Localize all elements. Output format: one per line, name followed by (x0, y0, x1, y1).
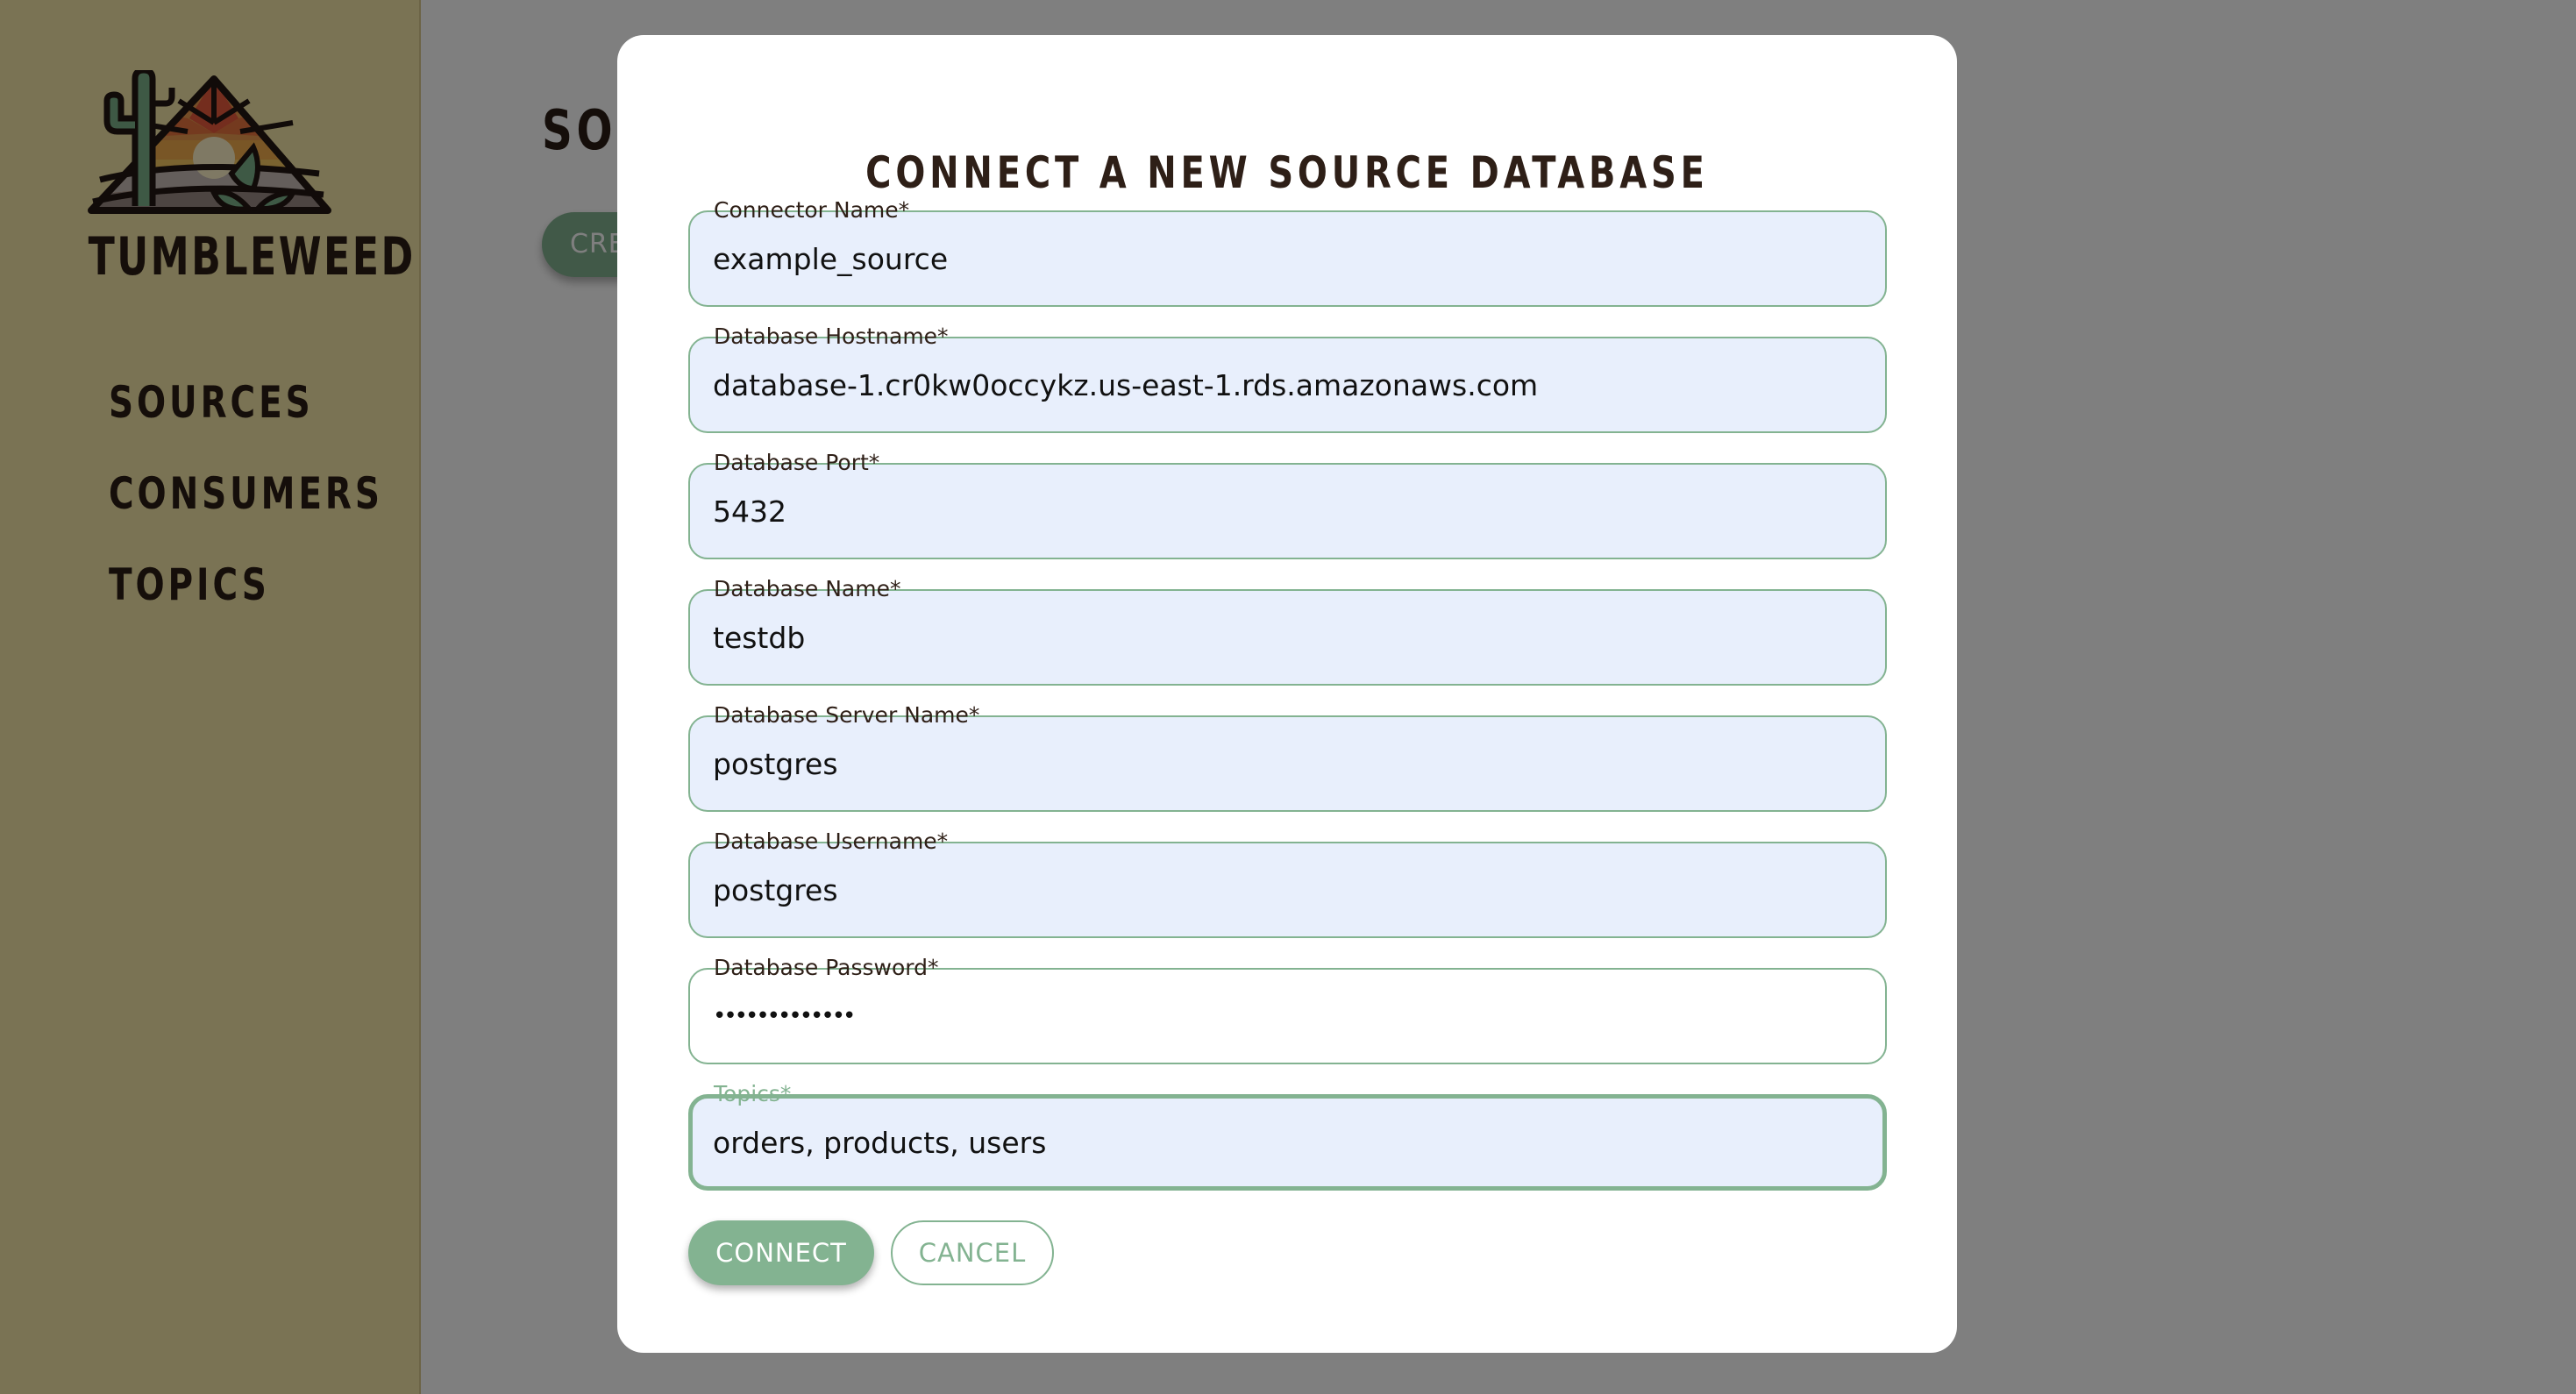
database-server-name-input[interactable] (713, 717, 1862, 810)
database-port-field: Database Port* (688, 451, 1887, 559)
connect-button[interactable]: CONNECT (688, 1220, 874, 1285)
database-username-input[interactable] (713, 843, 1862, 936)
database-name-field: Database Name* (688, 577, 1887, 686)
database-hostname-input[interactable] (713, 338, 1862, 431)
connect-source-dialog: CONNECT A NEW SOURCE DATABASE Connector … (617, 35, 1957, 1353)
topics-input[interactable] (713, 1099, 1860, 1186)
database-password-field: Database Password* (688, 956, 1887, 1064)
cancel-button[interactable]: CANCEL (891, 1220, 1054, 1285)
database-port-input[interactable] (713, 465, 1862, 558)
connector-name-field: Connector Name* (688, 198, 1887, 307)
database-server-name-field: Database Server Name* (688, 703, 1887, 812)
database-name-input[interactable] (713, 591, 1862, 684)
database-password-input[interactable] (713, 970, 1862, 1063)
connector-name-input[interactable] (713, 212, 1862, 305)
dialog-title: CONNECT A NEW SOURCE DATABASE (865, 147, 1709, 198)
database-hostname-field: Database Hostname* (688, 324, 1887, 433)
database-username-field: Database Username* (688, 829, 1887, 938)
topics-field: Topics* (688, 1082, 1887, 1191)
